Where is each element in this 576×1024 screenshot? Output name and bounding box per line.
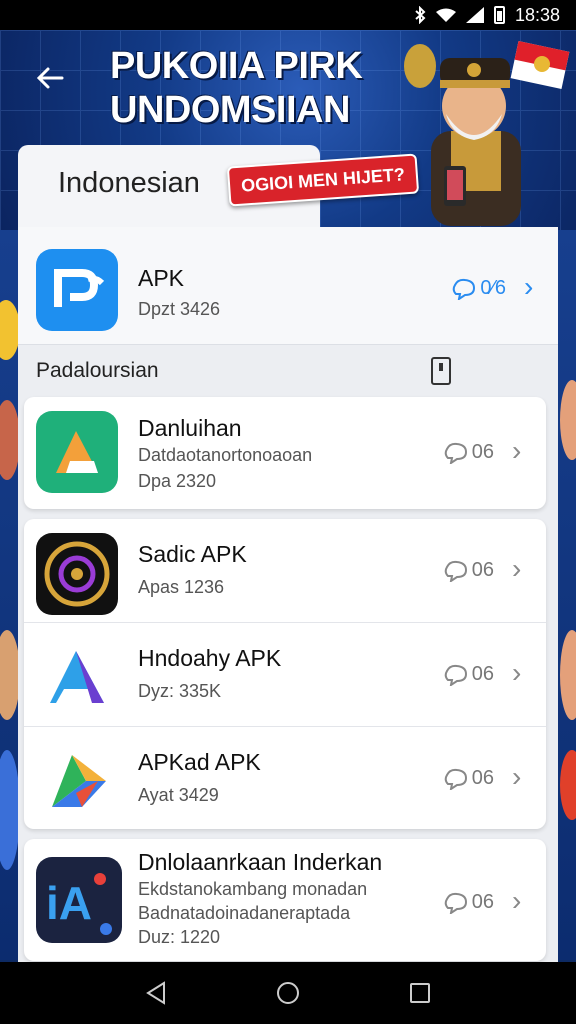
- chat-bubble-icon: [444, 892, 467, 914]
- comment-count[interactable]: 06: [444, 559, 494, 582]
- chat-bubble-icon: [444, 664, 467, 686]
- nav-home-button[interactable]: [270, 975, 306, 1011]
- chat-bubble-icon: [444, 768, 467, 790]
- app-name: Danluihan: [138, 415, 242, 441]
- svg-text:iA: iA: [46, 877, 92, 929]
- pc-logo-icon: [36, 249, 118, 331]
- app-meta: Ayat 3429: [138, 785, 219, 805]
- chevron-right-icon[interactable]: ›: [512, 659, 532, 687]
- language-title: Indonesian: [58, 167, 200, 199]
- orange-a-icon: [36, 411, 118, 493]
- app-name: Dnlolaanrkaan Inderkan: [138, 849, 383, 875]
- list-item[interactable]: Sadic APK Apas 1236 06 ›: [24, 519, 546, 623]
- app-meta: Dpa 2320: [138, 471, 217, 491]
- list-item[interactable]: iA Dnlolaanrkaan Inderkan Ekdstanokamban…: [24, 839, 546, 961]
- navigation-bar: [0, 962, 576, 1024]
- decor-shape: [560, 750, 576, 820]
- comment-count[interactable]: 06: [444, 663, 494, 686]
- chevron-right-icon[interactable]: ›: [512, 763, 532, 791]
- decor-shape: [0, 300, 20, 360]
- blue-a-icon: [36, 637, 118, 719]
- app-desc: Datdaotanortonoaoan: [138, 445, 313, 465]
- comment-count[interactable]: 06: [444, 441, 494, 464]
- app-desc: Ekdstanokambang monadan: [138, 879, 368, 899]
- list-item[interactable]: Hndoahy APK Dyz: 335K 06 ›: [24, 623, 546, 727]
- chevron-right-icon[interactable]: ›: [512, 437, 532, 465]
- phone-icon[interactable]: [431, 357, 451, 385]
- app-meta: Duz: 1220: [138, 927, 221, 947]
- section-title: Padaloursian: [36, 359, 159, 382]
- status-bar: 18:38: [0, 0, 576, 30]
- app-card: Danluihan Datdaotanortonoaoan Dpa 2320 0…: [24, 397, 546, 509]
- app-name: Hndoahy APK: [138, 645, 282, 671]
- chat-bubble-icon: [453, 278, 476, 300]
- play-arrow-icon: [36, 741, 118, 823]
- decor-shape: [0, 400, 20, 480]
- signal-icon: [465, 7, 484, 23]
- bluetooth-icon: [415, 6, 426, 24]
- hero-title-line2: UNDOMSIIAN: [110, 89, 350, 131]
- decor-shape: [0, 750, 20, 870]
- status-time: 18:38: [514, 4, 560, 25]
- flag-illustration: [510, 41, 570, 89]
- decor-shape: [0, 630, 20, 720]
- count-text: 06: [471, 559, 494, 581]
- app-card: iA Dnlolaanrkaan Inderkan Ekdstanokamban…: [24, 839, 546, 961]
- count-text: 06: [471, 891, 494, 913]
- list-item[interactable]: Danluihan Datdaotanortonoaoan Dpa 2320 0…: [24, 397, 546, 509]
- app-name: Sadic APK: [138, 541, 247, 567]
- nav-back-button[interactable]: [138, 975, 174, 1011]
- app-desc-2: Badnatadoinadaneraptada: [138, 903, 351, 923]
- featured-app-name: APK: [138, 265, 185, 291]
- back-button[interactable]: [30, 58, 70, 98]
- count-text: 06: [471, 663, 494, 685]
- recents-square-icon: [410, 983, 430, 1003]
- app-name: APKad APK: [138, 749, 261, 775]
- chevron-right-icon[interactable]: ›: [512, 555, 532, 583]
- featured-comment-count[interactable]: 0⁄6: [452, 277, 506, 300]
- featured-count-text: 0⁄6: [480, 277, 506, 299]
- decor-shape: [560, 630, 576, 720]
- chat-bubble-icon: [444, 560, 467, 582]
- gold-emblem-icon: [36, 533, 118, 615]
- section-header: Padaloursian: [18, 347, 558, 397]
- app-card-group: Sadic APK Apas 1236 06 › Hndoahy APK Dyz…: [24, 519, 546, 829]
- decor-shape: [560, 380, 576, 460]
- list-item[interactable]: APKad APK Ayat 3429 06 ›: [24, 727, 546, 829]
- app-meta: Dyz: 335K: [138, 681, 222, 701]
- wifi-icon: [435, 8, 456, 22]
- hero-title-line1: PUKOIIA PIRK: [110, 45, 363, 87]
- nav-recents-button[interactable]: [402, 975, 438, 1011]
- featured-app-meta: Dpzt 3426: [138, 299, 221, 319]
- count-text: 06: [471, 767, 494, 789]
- back-arrow-icon: [36, 67, 64, 89]
- chevron-right-icon[interactable]: ›: [524, 273, 544, 301]
- featured-app-row[interactable]: APK Dpzt 3426 0⁄6 ›: [18, 227, 558, 345]
- ia-logo-icon: iA: [36, 857, 122, 943]
- comment-count[interactable]: 06: [444, 891, 494, 914]
- hero-title: PUKOIIA PIRK UNDOMSIIAN: [110, 44, 400, 132]
- chat-bubble-icon: [444, 442, 467, 464]
- home-circle-icon: [277, 982, 299, 1004]
- back-triangle-icon: [146, 981, 165, 1005]
- battery-icon: [493, 6, 505, 24]
- count-text: 06: [471, 441, 494, 463]
- app-meta: Apas 1236: [138, 577, 225, 597]
- comment-count[interactable]: 06: [444, 767, 494, 790]
- right-decoration: [556, 230, 576, 960]
- main-panel: APK Dpzt 3426 0⁄6 › Padaloursian Danluih…: [18, 227, 558, 967]
- chevron-right-icon[interactable]: ›: [512, 887, 532, 915]
